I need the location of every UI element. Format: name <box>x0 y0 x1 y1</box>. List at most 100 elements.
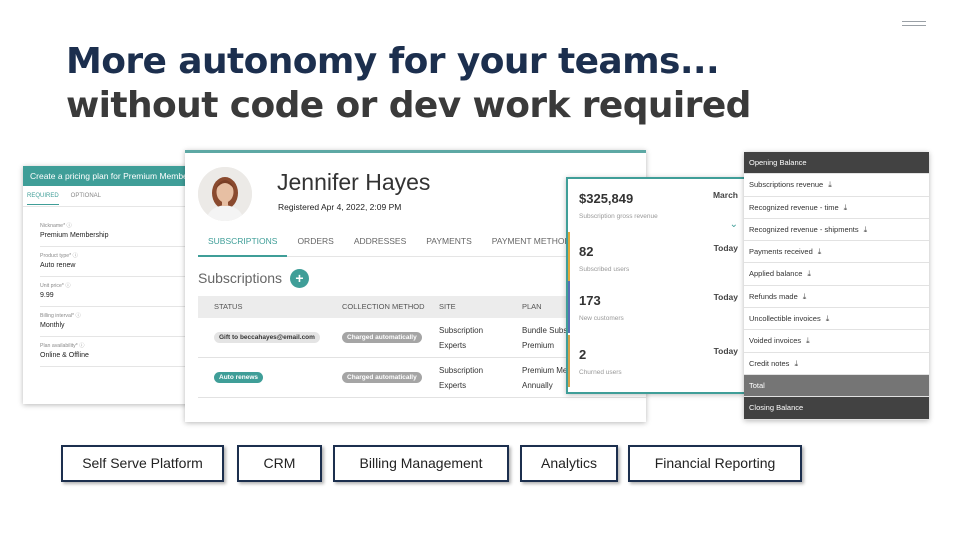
tab-payments[interactable]: PAYMENTS <box>416 236 482 256</box>
metrics-card: $325,849 Subscription gross revenue Marc… <box>566 177 746 394</box>
item-label: Credit notes <box>749 358 790 368</box>
product-type-field[interactable]: Product type* ⓘ Auto renew <box>40 247 205 277</box>
list-item[interactable]: Subscriptions revenue ⤓ <box>744 174 929 197</box>
opening-balance-row: Opening Balance <box>744 152 929 175</box>
billing-management-button[interactable]: Billing Management <box>333 445 509 482</box>
tab-optional[interactable]: OPTIONAL <box>71 193 101 206</box>
column-status[interactable]: STATUS <box>198 296 342 318</box>
registered-date: Registered Apr 4, 2022, 2:09 PM <box>278 202 402 212</box>
site-line: Experts <box>439 340 467 350</box>
list-item[interactable]: Applied balance ⤓ <box>744 263 929 286</box>
analytics-button[interactable]: Analytics <box>520 445 618 482</box>
metric-gross-revenue[interactable]: $325,849 Subscription gross revenue Marc… <box>568 179 744 231</box>
tab-subscriptions[interactable]: SUBSCRIPTIONS <box>198 236 288 257</box>
status-cell: Gift to beccahayes@email.com <box>198 332 342 343</box>
metric-period: Today <box>713 292 738 302</box>
plan-availability-field[interactable]: Plan availability* ⓘ Online & Offline <box>40 337 205 367</box>
nickname-field[interactable]: Nickname* ⓘ Premium Membership <box>40 217 205 247</box>
field-value: 9.99 <box>40 292 54 299</box>
list-item[interactable]: Credit notes ⤓ <box>744 353 929 375</box>
tab-orders[interactable]: ORDERS <box>287 236 343 256</box>
closing-balance-row: Closing Balance <box>744 397 929 420</box>
field-value: Auto renew <box>40 262 76 269</box>
metric-churned-users[interactable]: 2 Churned users Today <box>568 335 744 387</box>
list-item[interactable]: Voided invoices ⤓ <box>744 330 929 353</box>
add-subscription-button[interactable]: + <box>290 269 309 288</box>
download-icon[interactable]: ⤓ <box>828 174 832 196</box>
status-badge: Gift to beccahayes@email.com <box>214 332 320 343</box>
unit-price-field[interactable]: Unit price* ⓘ 9.99 <box>40 277 205 307</box>
headline-line-1: More autonomy for your teams... <box>66 41 720 82</box>
avatar <box>198 167 252 221</box>
list-item[interactable]: Payments received ⤓ <box>744 241 929 264</box>
item-label: Subscriptions revenue <box>749 180 824 190</box>
site-cell: Subscription Experts <box>439 363 522 393</box>
collection-cell: Charged automatically <box>342 332 439 343</box>
subscriptions-title: Subscriptions <box>198 270 283 286</box>
collection-badge: Charged automatically <box>342 372 422 383</box>
field-label: Plan availability* ⓘ <box>40 343 85 349</box>
field-value: Premium Membership <box>40 232 109 239</box>
metric-period: Today <box>713 346 738 356</box>
metric-period: March <box>712 190 738 200</box>
metric-color-bar <box>568 232 570 284</box>
status-cell: Auto renews <box>198 372 342 383</box>
metric-value: 82 <box>579 244 594 259</box>
customer-name: Jennifer Hayes <box>277 169 431 195</box>
list-item[interactable]: Refunds made ⤓ <box>744 286 929 309</box>
column-site[interactable]: SITE <box>439 296 522 318</box>
item-label: Uncollectible invoices <box>749 314 821 324</box>
metric-value: 2 <box>579 347 587 362</box>
status-badge: Auto renews <box>214 372 264 383</box>
metric-new-customers[interactable]: 173 New customers Today <box>568 281 744 333</box>
self-serve-platform-button[interactable]: Self Serve Platform <box>61 445 224 482</box>
headline: More autonomy for your teams... without … <box>66 40 751 128</box>
item-label: Voided invoices <box>749 336 802 346</box>
list-item[interactable]: Recognized revenue - shipments ⤓ <box>744 219 929 242</box>
field-label: Unit price* ⓘ <box>40 283 71 289</box>
site-line: Experts <box>439 380 467 390</box>
collection-cell: Charged automatically <box>342 372 439 383</box>
item-label: Refunds made <box>749 291 798 301</box>
list-item[interactable]: Uncollectible invoices ⤓ <box>744 308 929 331</box>
total-row: Total <box>744 374 929 398</box>
download-icon[interactable]: ⤓ <box>826 308 830 330</box>
metric-label: Subscribed users <box>579 266 630 273</box>
item-label: Recognized revenue - time <box>749 202 839 212</box>
metric-value: $325,849 <box>579 191 634 206</box>
download-icon[interactable]: ⤓ <box>864 219 868 241</box>
download-icon[interactable]: ⤓ <box>803 286 807 308</box>
item-label: Recognized revenue - shipments <box>749 224 859 234</box>
site-line: Subscription <box>439 325 484 335</box>
list-item[interactable]: Recognized revenue - time ⤓ <box>744 197 929 219</box>
metric-color-bar <box>568 335 570 387</box>
billing-interval-field[interactable]: Billing interval* ⓘ Monthly <box>40 307 205 337</box>
metric-label: Churned users <box>579 369 622 376</box>
download-icon[interactable]: ⤓ <box>844 197 848 219</box>
metric-period: Today <box>713 243 738 253</box>
item-label: Applied balance <box>749 269 803 279</box>
download-icon[interactable]: ⤓ <box>807 263 811 285</box>
menu-icon[interactable] <box>902 21 926 31</box>
metric-color-bar <box>568 281 570 333</box>
tab-required[interactable]: REQUIRED <box>27 193 59 205</box>
metric-value: 173 <box>579 293 601 308</box>
metric-subscribed-users[interactable]: 82 Subscribed users Today <box>568 232 744 284</box>
collection-badge: Charged automatically <box>342 332 422 343</box>
metric-label: Subscription gross revenue <box>579 213 658 220</box>
download-icon[interactable]: ⤓ <box>794 353 798 375</box>
field-label: Nickname* ⓘ <box>40 223 72 229</box>
site-line: Subscription <box>439 365 484 375</box>
site-cell: Subscription Experts <box>439 323 522 353</box>
headline-line-2: without code or dev work required <box>66 85 751 126</box>
field-value: Online & Offline <box>40 352 89 359</box>
financial-reporting-button[interactable]: Financial Reporting <box>628 445 802 482</box>
accounting-report-card: Opening Balance Subscriptions revenue ⤓ R… <box>744 152 929 420</box>
download-icon[interactable]: ⤓ <box>806 330 810 352</box>
crm-button[interactable]: CRM <box>237 445 322 482</box>
chevron-down-icon[interactable]: ⌄ <box>730 219 738 230</box>
column-collection-method[interactable]: COLLECTION METHOD <box>342 296 439 318</box>
field-label: Billing interval* ⓘ <box>40 313 81 319</box>
tab-addresses[interactable]: ADDRESSES <box>344 236 416 256</box>
download-icon[interactable]: ⤓ <box>818 241 822 263</box>
